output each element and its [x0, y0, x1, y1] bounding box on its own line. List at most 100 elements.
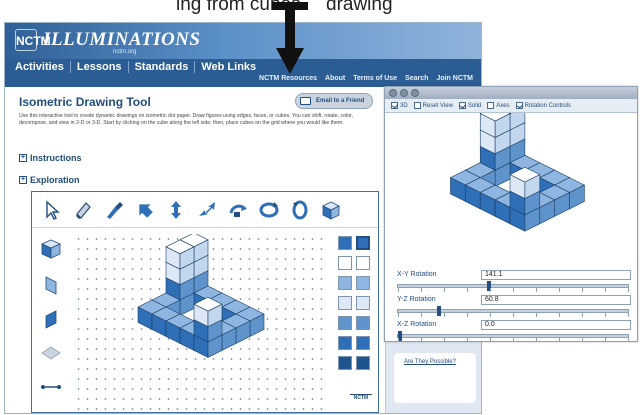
- instructions-label: Instructions: [30, 153, 82, 163]
- slider-tick: [421, 338, 422, 342]
- color-swatch[interactable]: [356, 236, 370, 250]
- nav-about[interactable]: About: [325, 75, 345, 82]
- nav-activities[interactable]: Activities: [15, 61, 71, 73]
- tool-description: Use this interactive tool to create dyna…: [19, 113, 353, 126]
- color-swatch[interactable]: [338, 316, 352, 330]
- option-rotation-controls[interactable]: Rotation Controls: [515, 102, 571, 109]
- pointer-icon[interactable]: [38, 196, 66, 224]
- color-swatch[interactable]: [356, 256, 370, 270]
- slider-tick: [444, 313, 445, 317]
- nav-lessons[interactable]: Lessons: [77, 61, 129, 73]
- slider-tick: [513, 288, 514, 292]
- rotate-cw-icon[interactable]: [255, 196, 283, 224]
- exploration-toggle[interactable]: + Exploration: [19, 175, 80, 185]
- option-3d-label: 3D: [400, 102, 408, 109]
- rotation-xy-slider[interactable]: [397, 281, 629, 292]
- edge-tool-icon[interactable]: [40, 376, 62, 398]
- color-swatch[interactable]: [356, 336, 370, 350]
- page-title: Isometric Drawing Tool: [19, 95, 151, 109]
- nav-web-links[interactable]: Web Links: [201, 61, 262, 73]
- viewer-3d-canvas[interactable]: [385, 113, 637, 273]
- slider-tick: [421, 288, 422, 292]
- rotate-ccw-icon[interactable]: [286, 196, 314, 224]
- nav-nctm-resources[interactable]: NCTM Resources: [259, 75, 317, 82]
- rotation-yz-value[interactable]: 60.8: [481, 295, 631, 305]
- paint-icon[interactable]: [100, 196, 128, 224]
- email-friend-button[interactable]: Email to a Friend: [295, 93, 374, 109]
- slider-tick: [559, 288, 560, 292]
- color-swatch[interactable]: [356, 316, 370, 330]
- rotation-xz-label: X-Z Rotation: [397, 321, 437, 328]
- color-palette: [336, 234, 374, 404]
- option-axes[interactable]: Axes: [487, 102, 510, 109]
- color-swatch[interactable]: [338, 256, 352, 270]
- color-swatch[interactable]: [338, 296, 352, 310]
- option-reset-view[interactable]: Reset View: [413, 102, 453, 109]
- left-tools: [36, 236, 66, 406]
- top-face-tool-icon[interactable]: [40, 342, 62, 364]
- checkbox-rotation-controls[interactable]: [515, 102, 523, 109]
- color-swatch[interactable]: [338, 236, 352, 250]
- eraser-icon[interactable]: [69, 196, 97, 224]
- close-icon[interactable]: [389, 89, 397, 97]
- sub-nav: NCTM Resources About Terms of Use Search…: [259, 75, 473, 82]
- nctm-corner-logo: NCTM: [350, 394, 372, 408]
- option-solid[interactable]: Solid: [458, 102, 481, 109]
- color-swatch[interactable]: [356, 296, 370, 310]
- cube-tool-icon[interactable]: [40, 238, 62, 260]
- flip-vertical-icon[interactable]: [162, 196, 190, 224]
- slider-thumb[interactable]: [436, 306, 441, 316]
- side-link-are-they-possible[interactable]: Are They Possible?: [404, 359, 476, 365]
- nav-standards[interactable]: Standards: [135, 61, 196, 73]
- rotate-view-icon[interactable]: [224, 196, 252, 224]
- rotation-xz-value[interactable]: 0.0: [481, 320, 631, 330]
- instructions-toggle[interactable]: + Instructions: [19, 153, 82, 163]
- slider-tick: [628, 288, 629, 292]
- rotation-xy: X-Y Rotation 141.1: [385, 269, 637, 293]
- rotation-xy-value[interactable]: 141.1: [481, 270, 631, 280]
- isometric-tool-canvas: NCTM: [31, 191, 379, 413]
- rotation-yz: Y-Z Rotation 60.8: [385, 294, 637, 318]
- left-face-tool-icon[interactable]: [40, 274, 62, 296]
- slider-tick: [490, 288, 491, 292]
- slider-tick: [421, 313, 422, 317]
- pointer-arrow: [272, 2, 308, 74]
- exploration-label: Exploration: [30, 175, 80, 185]
- slider-tick: [582, 338, 583, 342]
- checkbox-solid[interactable]: [458, 102, 466, 109]
- side-footer: Are They Possible?: [394, 353, 476, 403]
- rotation-xz-slider[interactable]: [397, 331, 629, 342]
- caption: ing from cubes drawing: [0, 0, 640, 22]
- cube-drawing[interactable]: [74, 234, 324, 410]
- color-swatch[interactable]: [338, 336, 352, 350]
- right-face-tool-icon[interactable]: [40, 308, 62, 330]
- slider-tick: [536, 288, 537, 292]
- checkbox-reset-view[interactable]: [413, 102, 421, 109]
- color-swatch[interactable]: [338, 276, 352, 290]
- color-swatch[interactable]: [356, 276, 370, 290]
- nav-join-nctm[interactable]: Join NCTM: [436, 75, 473, 82]
- nav-search[interactable]: Search: [405, 75, 428, 82]
- site-logo[interactable]: ILLUMINATIONS: [43, 29, 200, 51]
- slider-tick: [467, 338, 468, 342]
- option-axes-label: Axes: [496, 102, 510, 109]
- slider-tick: [628, 313, 629, 317]
- flip-horizontal-icon[interactable]: [193, 196, 221, 224]
- color-swatch[interactable]: [338, 356, 352, 370]
- slider-tick: [628, 338, 629, 342]
- popup-titlebar[interactable]: [385, 87, 637, 99]
- slider-tick: [398, 313, 399, 317]
- slider-tick: [605, 313, 606, 317]
- shift-icon[interactable]: [131, 196, 159, 224]
- option-3d[interactable]: 3D: [391, 102, 408, 109]
- color-swatch[interactable]: [356, 356, 370, 370]
- minimize-icon[interactable]: [400, 89, 408, 97]
- zoom-icon[interactable]: [411, 89, 419, 97]
- checkbox-axes[interactable]: [487, 102, 495, 109]
- slider-tick: [605, 338, 606, 342]
- view-3d-icon[interactable]: [317, 196, 345, 224]
- nav-terms[interactable]: Terms of Use: [353, 75, 397, 82]
- checkbox-3d[interactable]: [391, 102, 398, 109]
- rotation-yz-slider[interactable]: [397, 306, 629, 317]
- nctm-logo-icon[interactable]: NCTM: [15, 29, 51, 51]
